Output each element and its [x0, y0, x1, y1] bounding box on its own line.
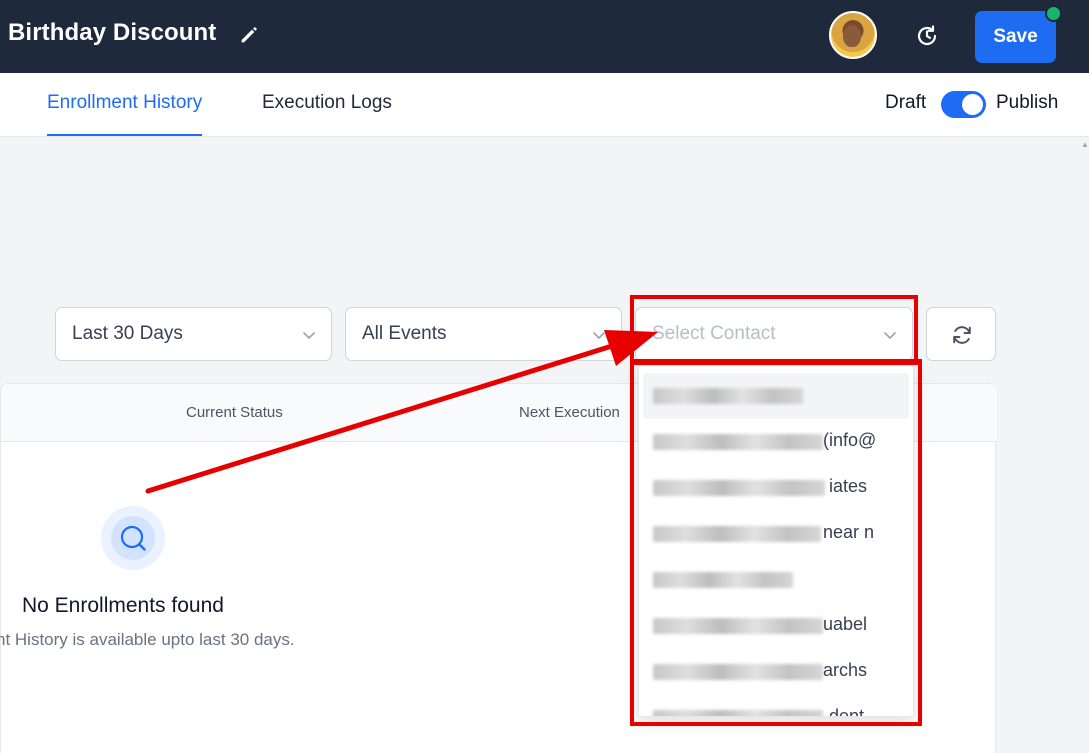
- empty-state-icon: [101, 506, 165, 570]
- column-next-execution: Next Execution: [519, 404, 620, 421]
- draft-label: Draft: [885, 92, 927, 113]
- avatar[interactable]: [829, 11, 877, 59]
- events-select[interactable]: All Events: [345, 307, 622, 361]
- refresh-button[interactable]: [926, 307, 996, 361]
- top-bar: Birthday Discount Save: [0, 0, 1089, 73]
- publish-toggle[interactable]: [941, 91, 986, 118]
- date-range-value: Last 30 Days: [72, 323, 183, 344]
- highlight-box-contact-select: [630, 295, 918, 365]
- empty-state-title: No Enrollments found: [22, 594, 224, 617]
- chevron-down-icon: [593, 332, 605, 339]
- save-button[interactable]: Save: [975, 11, 1056, 63]
- refresh-icon: [953, 326, 971, 344]
- tab-execution-logs[interactable]: Execution Logs: [262, 92, 392, 114]
- events-value: All Events: [362, 323, 447, 344]
- pencil-icon[interactable]: [238, 24, 260, 46]
- date-range-select[interactable]: Last 30 Days: [55, 307, 332, 361]
- publish-label: Publish: [996, 92, 1059, 113]
- scroll-up-arrow[interactable]: ▲: [1081, 140, 1089, 149]
- empty-state-subtitle: nt History is available upto last 30 day…: [0, 630, 295, 649]
- search-icon: [120, 525, 146, 551]
- workflow-title: Birthday Discount: [8, 19, 217, 46]
- empty-icon-circle: [111, 516, 155, 560]
- sub-navigation: Enrollment History Execution Logs Draft …: [0, 73, 1089, 137]
- column-current-status: Current Status: [186, 404, 283, 421]
- highlight-box-contact-list: [630, 359, 922, 726]
- toggle-knob: [962, 94, 983, 115]
- status-dot: [1045, 5, 1062, 22]
- tab-enrollment-history[interactable]: Enrollment History: [47, 92, 203, 136]
- chevron-down-icon: [303, 332, 315, 339]
- clock-history-icon[interactable]: [913, 22, 941, 50]
